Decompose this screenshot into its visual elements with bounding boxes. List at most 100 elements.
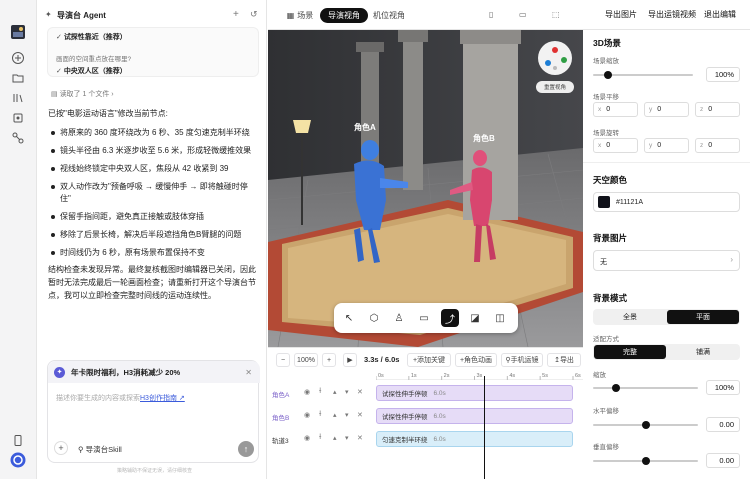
library-icon[interactable] [8,90,28,106]
figure-icon[interactable]: ♙ [390,309,408,327]
promo-banner[interactable]: ✦ 年卡限时福利，H3消耗减少 20% ✕ [48,361,260,383]
lock-icon[interactable]: ɫ [319,434,321,441]
zoom-level[interactable]: 100% [294,353,318,367]
mode-panorama[interactable]: 全景 [594,310,666,324]
mode-flat[interactable]: 平面 [667,310,739,324]
close-icon[interactable]: ✕ [245,368,252,377]
phone-cam-button[interactable]: ⚲ 手机运镜 [501,353,543,367]
exit-edit-button[interactable]: 退出编辑 [704,9,736,20]
scale-slider[interactable] [593,69,693,81]
character-b-label[interactable]: 角色B [473,133,495,144]
track-row[interactable]: 角色B ◉ ɫ ▴ ▾ ✕ 试探性伸手停顿 6.0s [268,405,583,427]
send-button[interactable]: ↑ [238,441,254,457]
camera-icon[interactable]: ▭ [415,309,433,327]
timeline-clip[interactable]: 匀速克制半环绕 6.0s [376,431,573,447]
move-down-icon[interactable]: ▾ [345,434,349,442]
time-ruler[interactable]: 0s 1s 2s 3s 4s 5s 6s [375,370,583,380]
timeline-export-button[interactable]: ↥ 导出 [547,353,581,367]
v-offset-slider[interactable] [593,455,698,467]
history-icon[interactable]: ↺ [250,9,258,20]
eye-icon[interactable]: ◉ [304,388,310,396]
scale-value[interactable]: 100% [706,67,740,82]
new-chat-icon[interactable]: + [233,9,239,20]
zoom-slider[interactable] [593,382,698,394]
tab-scene[interactable]: ▦ 场景 [280,8,320,23]
rot-y-field[interactable]: y0 [644,138,689,153]
timeline-clip[interactable]: 试探性伸手停顿 6.0s [376,385,573,401]
add-keyframe-button[interactable]: + 添加关键 [407,353,451,367]
read-files-label[interactable]: 读取了 1 个文件 [60,91,110,98]
tab-director-view[interactable]: 导演视角 [320,8,368,23]
move-up-icon[interactable]: ▴ [333,434,337,442]
zoom-value[interactable]: 100% [706,380,740,395]
move-down-icon[interactable]: ▾ [345,411,349,419]
rot-x-field[interactable]: x0 [593,138,638,153]
export-video-button[interactable]: 导出运镜视频 [648,9,696,20]
move-down-icon[interactable]: ▾ [345,388,349,396]
pan-label: 场景平移 [593,94,619,101]
frame-icon[interactable]: ⬚ [552,10,560,19]
folder-icon[interactable] [8,70,28,86]
character-anim-button[interactable]: + 角色动画 [455,353,497,367]
playhead[interactable] [484,376,486,479]
chevron-right-icon: › [109,91,114,98]
screen-icon[interactable]: ▭ [519,10,527,19]
phone-icon[interactable] [8,432,28,448]
h-offset-slider[interactable] [593,419,698,431]
skill-icon: ⚲ [78,445,86,454]
lock-icon[interactable]: ɫ [319,411,321,418]
color-swatch[interactable] [598,196,610,208]
camera-path-icon[interactable]: ⤴ [441,309,459,327]
v-offset-label: 垂直偏移 [593,444,619,451]
chat-input[interactable]: 描述你要生成的内容或探索H3创作指南 ↗ [56,393,185,403]
character-a-label[interactable]: 角色A [354,122,376,133]
pan-y-field[interactable]: y0 [644,102,689,117]
share-icon[interactable] [8,130,28,146]
eye-icon[interactable]: ◉ [304,411,310,419]
skill-label[interactable]: 导演台Skill [86,445,122,454]
zoom-in-button[interactable]: + [322,353,336,367]
puzzle-icon[interactable] [8,110,28,126]
track-name[interactable]: 角色A [272,389,289,399]
delete-icon[interactable]: ✕ [357,411,363,419]
agent-title: 导演台 Agent [57,11,106,20]
export-image-button[interactable]: 导出图片 [605,9,637,20]
track-name[interactable]: 角色B [272,412,289,422]
select-icon[interactable]: ↖ [340,309,358,327]
fit-contain[interactable]: 完整 [594,345,666,359]
track-row[interactable]: 轨道3 ◉ ɫ ▴ ▾ ✕ 匀速克制半环绕 6.0s [268,428,583,450]
sky-color-field[interactable]: #11121A [593,192,740,212]
lock-icon[interactable]: ɫ [319,388,321,395]
h-offset-value[interactable]: 0.00 [706,417,740,432]
zoom-out-button[interactable]: − [276,353,290,367]
delete-icon[interactable]: ✕ [357,434,363,442]
v-offset-value[interactable]: 0.00 [706,453,740,468]
tab-camera-view[interactable]: 机位视角 [368,8,410,23]
reset-view-button[interactable]: 重置视角 [536,81,574,93]
help-icon[interactable] [8,452,28,468]
list-item: 移除了后景长椅，解决后半段遮挡角色B臂腿的问题 [48,229,258,241]
move-up-icon[interactable]: ▴ [333,411,337,419]
pan-x-field[interactable]: x0 [593,102,638,117]
track-name[interactable]: 轨道3 [272,435,289,445]
timeline-clip[interactable]: 试探性伸手停顿 6.0s [376,408,573,424]
bg-image-select[interactable]: 无 › [593,250,740,271]
delete-icon[interactable]: ✕ [357,388,363,396]
play-button[interactable]: ▶ [343,353,357,367]
pan-z-field[interactable]: z0 [695,102,740,117]
cube-icon[interactable]: ⬡ [365,309,383,327]
attach-icon[interactable]: + [54,441,68,455]
split-view-icon[interactable]: ◫ [491,309,509,327]
track-row[interactable]: 角色A ◉ ɫ ▴ ▾ ✕ 试探性伸手停顿 6.0s [268,382,583,404]
eye-icon[interactable]: ◉ [304,434,310,442]
frame-icon[interactable]: ◪ [466,309,484,327]
phone-preview-icon[interactable]: ▯ [489,10,493,19]
move-up-icon[interactable]: ▴ [333,388,337,396]
rot-z-field[interactable]: z0 [695,138,740,153]
plus-icon[interactable] [8,50,28,66]
fit-cover[interactable]: 铺满 [667,345,739,359]
guide-link[interactable]: H3创作指南 ↗ [140,395,185,402]
avatar[interactable] [8,24,28,40]
pillar [403,30,423,190]
3d-viewport[interactable]: 角色A 角色B 重置视角 [268,30,583,347]
